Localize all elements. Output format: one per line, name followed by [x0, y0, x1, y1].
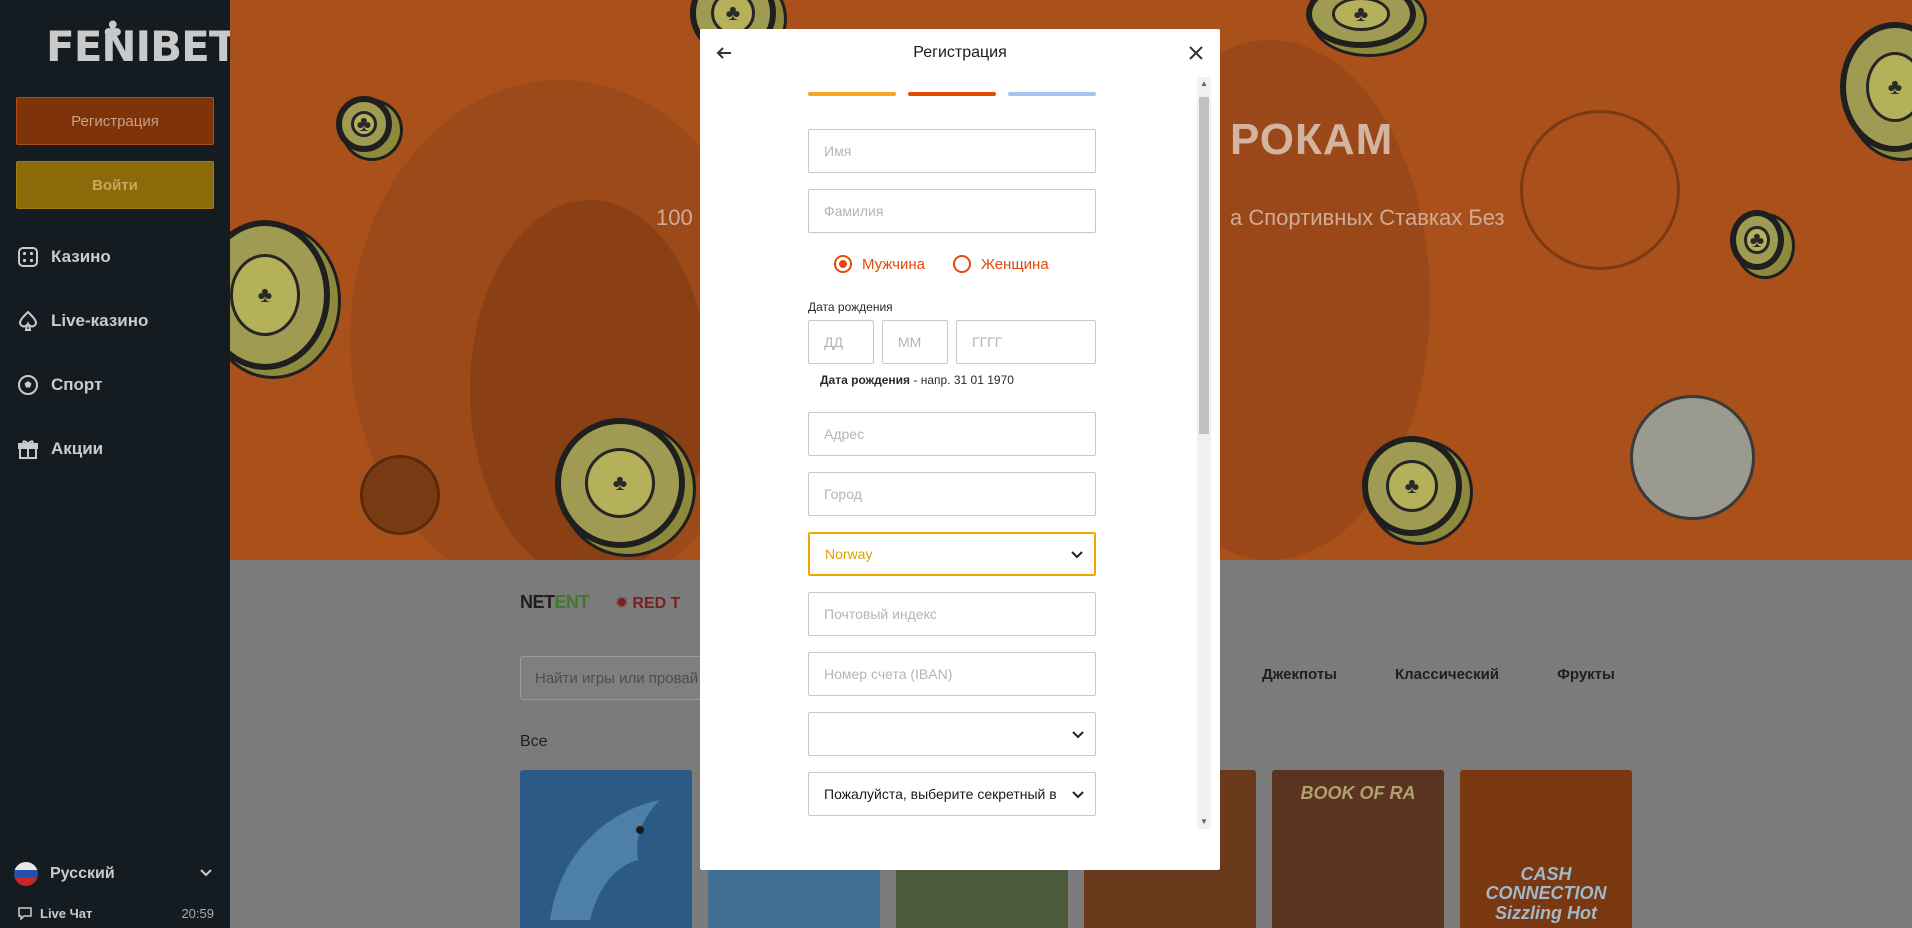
dob-day-input[interactable]: ДД [808, 320, 874, 364]
chevron-down-icon [1071, 727, 1085, 741]
gender-female-radio[interactable]: Женщина [953, 255, 1049, 273]
iban-input[interactable]: Номер счета (IBAN) [808, 652, 1096, 696]
modal-title: Регистрация [913, 44, 1007, 61]
gender-radio-group: Мужчина Женщина [834, 255, 1049, 273]
dob-year-input[interactable]: ГГГГ [956, 320, 1096, 364]
last-name-input[interactable]: Фамилия [808, 189, 1096, 233]
step-bar-1 [808, 92, 896, 96]
clover-coin: ♣ [336, 96, 392, 152]
radio-label: Женщина [981, 255, 1049, 273]
clover-coin: ♣ [1840, 22, 1912, 152]
sidebar-item-label: Live-казино [51, 311, 149, 330]
dice-icon [16, 245, 40, 269]
country-value: Norway [825, 546, 873, 562]
hero-subtitle-right: а Спортивных Ставках Без [1230, 205, 1505, 230]
provider-logos: NETENT ✹ RED T [520, 592, 680, 613]
dob-label: Дата рождения [808, 300, 893, 314]
modal-scrollbar[interactable]: ▲ ▼ [1197, 77, 1211, 829]
gift-icon [16, 437, 40, 461]
basketball-image [360, 455, 440, 535]
dob-month-input[interactable]: ММ [882, 320, 948, 364]
game-title: CASH CONNECTION Sizzling Hot [1485, 863, 1607, 924]
address-input[interactable]: Адрес [808, 412, 1096, 456]
live-chat-label: Live Чат [40, 905, 93, 921]
chat-icon [18, 906, 32, 920]
clover-coin: ♣ [555, 418, 685, 548]
secret-question-value: Пожалуйста, выберите секретный в [824, 786, 1057, 802]
scroll-down-arrow-icon[interactable]: ▼ [1197, 817, 1211, 827]
dob-hint: Дата рождения - напр. 31 01 1970 [820, 373, 1014, 387]
registration-modal: Регистрация Имя Фамилия Мужчина Женщина … [700, 29, 1220, 870]
hero-subtitle-left: 100 [656, 205, 693, 230]
clover-coin: ♣ [1362, 436, 1462, 536]
close-icon[interactable] [1184, 41, 1208, 65]
clover-coin: ♣ [230, 220, 330, 370]
logo-text: FENIBET [46, 22, 238, 71]
postal-code-input[interactable]: Почтовый индекс [808, 592, 1096, 636]
game-title: BOOK OF RA [1300, 783, 1416, 803]
radio-unselected-icon [953, 255, 972, 273]
chevron-down-icon [198, 864, 214, 885]
sidebar-item-label: Казино [51, 247, 111, 266]
dropdown-select[interactable] [808, 712, 1096, 756]
tab-classic[interactable]: Классический [1395, 666, 1499, 683]
register-button[interactable]: Регистрация [16, 97, 214, 145]
city-input[interactable]: Город [808, 472, 1096, 516]
soccer-ball-icon [16, 373, 40, 397]
spade-icon [16, 309, 40, 333]
dolphin-icon [550, 800, 660, 920]
step-indicator [808, 92, 1096, 96]
sidebar-item-label: Спорт [51, 375, 103, 394]
scroll-up-arrow-icon[interactable]: ▲ [1197, 79, 1211, 89]
netent-logo[interactable]: NETENT [520, 592, 589, 613]
tiger-icon: ✹ [615, 594, 629, 612]
soccer-ball-image [1630, 395, 1755, 520]
sidebar-item-casino[interactable]: Казино [16, 244, 111, 270]
radio-selected-icon [834, 255, 852, 273]
login-button[interactable]: Войти [16, 161, 214, 209]
chevron-down-icon [1070, 547, 1084, 561]
scroll-thumb[interactable] [1199, 97, 1209, 434]
red-tiger-logo[interactable]: ✹ RED T [615, 593, 680, 613]
country-select[interactable]: Norway [808, 532, 1096, 576]
sidebar-item-live-casino[interactable]: Live-казино [16, 308, 148, 334]
section-title: Все [520, 733, 548, 750]
tab-jackpots[interactable]: Джекпоты [1262, 666, 1337, 683]
secret-question-select[interactable]: Пожалуйста, выберите секретный в [808, 772, 1096, 816]
sidebar-item-label: Акции [51, 439, 104, 458]
game-tile[interactable]: CASH CONNECTION Sizzling Hot [1460, 770, 1632, 928]
chevron-down-icon [1071, 787, 1085, 801]
russia-flag-icon [14, 862, 38, 886]
game-tile[interactable]: BOOK OF RA [1272, 770, 1444, 928]
live-chat-row[interactable]: Live Чат 20:59 [18, 904, 214, 922]
clover-icon: ♣ [102, 16, 123, 44]
radio-label: Мужчина [862, 255, 926, 273]
clover-coin: ♣ [1730, 210, 1784, 270]
sidebar-item-sport[interactable]: Спорт [16, 372, 102, 398]
modal-header: Регистрация [700, 29, 1220, 77]
tennis-racket [1520, 110, 1680, 270]
step-bar-3 [1008, 92, 1096, 96]
hero-title: РОКАМ [1230, 115, 1394, 164]
game-tile[interactable] [520, 770, 692, 928]
tab-fruits[interactable]: Фрукты [1557, 666, 1615, 683]
fenibet-logo[interactable]: FENIBET ♣ [46, 16, 238, 71]
category-tabs: Джекпоты Классический Фрукты [1262, 666, 1673, 683]
clock: 20:59 [181, 905, 214, 921]
sidebar: FENIBET ♣ Регистрация Войти Казино Live-… [0, 0, 238, 928]
gender-male-radio[interactable]: Мужчина [834, 255, 925, 273]
first-name-input[interactable]: Имя [808, 129, 1096, 173]
language-selector[interactable]: Русский [14, 862, 214, 886]
language-label: Русский [50, 865, 115, 882]
clover-coin: ♣ [1306, 0, 1416, 48]
step-bar-2 [908, 92, 996, 96]
sidebar-item-promotions[interactable]: Акции [16, 436, 103, 462]
